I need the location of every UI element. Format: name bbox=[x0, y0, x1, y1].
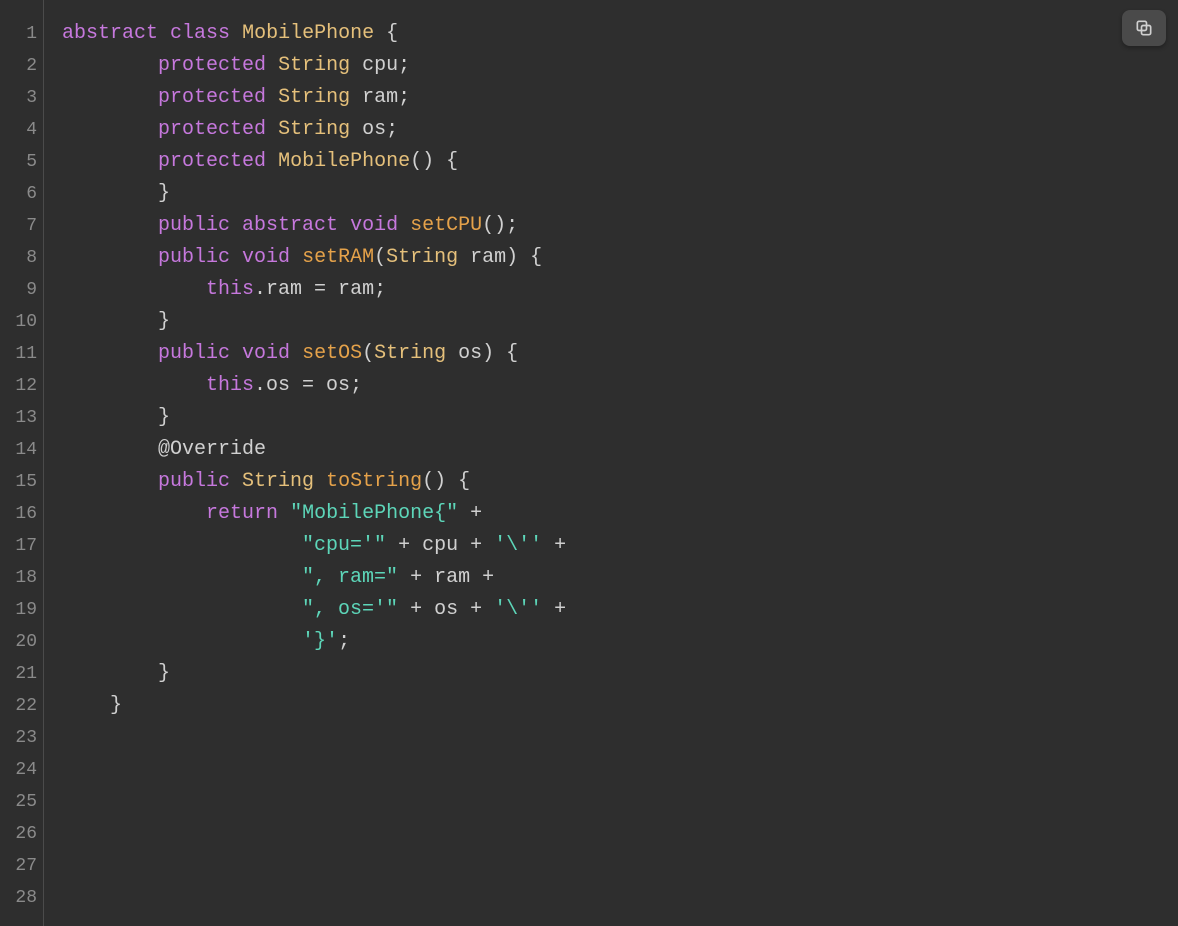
line-number: 19 bbox=[0, 594, 37, 626]
line-number: 12 bbox=[0, 370, 37, 402]
code-line: return "MobilePhone{" + bbox=[62, 498, 1178, 530]
line-number: 1 bbox=[0, 18, 37, 50]
line-number: 6 bbox=[0, 178, 37, 210]
code-line: } bbox=[62, 658, 1178, 690]
line-number: 18 bbox=[0, 562, 37, 594]
code-line: } bbox=[62, 402, 1178, 434]
code-line: @Override bbox=[62, 434, 1178, 466]
line-number: 24 bbox=[0, 754, 37, 786]
code-line: public void setRAM(String ram) { bbox=[62, 242, 1178, 274]
code-line: protected String os; bbox=[62, 114, 1178, 146]
line-number: 7 bbox=[0, 210, 37, 242]
line-number: 28 bbox=[0, 882, 37, 914]
line-number: 26 bbox=[0, 818, 37, 850]
line-number: 4 bbox=[0, 114, 37, 146]
code-line: public String toString() { bbox=[62, 466, 1178, 498]
line-number: 14 bbox=[0, 434, 37, 466]
line-number: 25 bbox=[0, 786, 37, 818]
copy-button[interactable] bbox=[1122, 10, 1166, 46]
code-line: this.os = os; bbox=[62, 370, 1178, 402]
line-number: 9 bbox=[0, 274, 37, 306]
code-line: public abstract void setCPU(); bbox=[62, 210, 1178, 242]
line-number: 10 bbox=[0, 306, 37, 338]
code-line: abstract class MobilePhone { bbox=[62, 18, 1178, 50]
line-number: 3 bbox=[0, 82, 37, 114]
line-number: 11 bbox=[0, 338, 37, 370]
line-number: 2 bbox=[0, 50, 37, 82]
code-line: this.ram = ram; bbox=[62, 274, 1178, 306]
line-number: 13 bbox=[0, 402, 37, 434]
code-line: ", ram=" + ram + bbox=[62, 562, 1178, 594]
code-line: ", os='" + os + '\'' + bbox=[62, 594, 1178, 626]
line-number: 5 bbox=[0, 146, 37, 178]
line-number: 8 bbox=[0, 242, 37, 274]
line-number: 21 bbox=[0, 658, 37, 690]
copy-icon bbox=[1134, 18, 1154, 38]
code-line: } bbox=[62, 690, 1178, 722]
code-area[interactable]: abstract class MobilePhone { protected S… bbox=[44, 0, 1178, 926]
code-line: protected MobilePhone() { bbox=[62, 146, 1178, 178]
line-number: 15 bbox=[0, 466, 37, 498]
code-line: public void setOS(String os) { bbox=[62, 338, 1178, 370]
code-line: '}'; bbox=[62, 626, 1178, 658]
line-number: 16 bbox=[0, 498, 37, 530]
code-line: } bbox=[62, 306, 1178, 338]
line-number: 23 bbox=[0, 722, 37, 754]
code-line: protected String cpu; bbox=[62, 50, 1178, 82]
line-number: 20 bbox=[0, 626, 37, 658]
code-line: "cpu='" + cpu + '\'' + bbox=[62, 530, 1178, 562]
code-line: } bbox=[62, 178, 1178, 210]
code-line: protected String ram; bbox=[62, 82, 1178, 114]
line-number: 17 bbox=[0, 530, 37, 562]
code-editor: 1234567891011121314151617181920212223242… bbox=[0, 0, 1178, 926]
line-number: 27 bbox=[0, 850, 37, 882]
line-number-gutter: 1234567891011121314151617181920212223242… bbox=[0, 0, 44, 926]
line-number: 22 bbox=[0, 690, 37, 722]
